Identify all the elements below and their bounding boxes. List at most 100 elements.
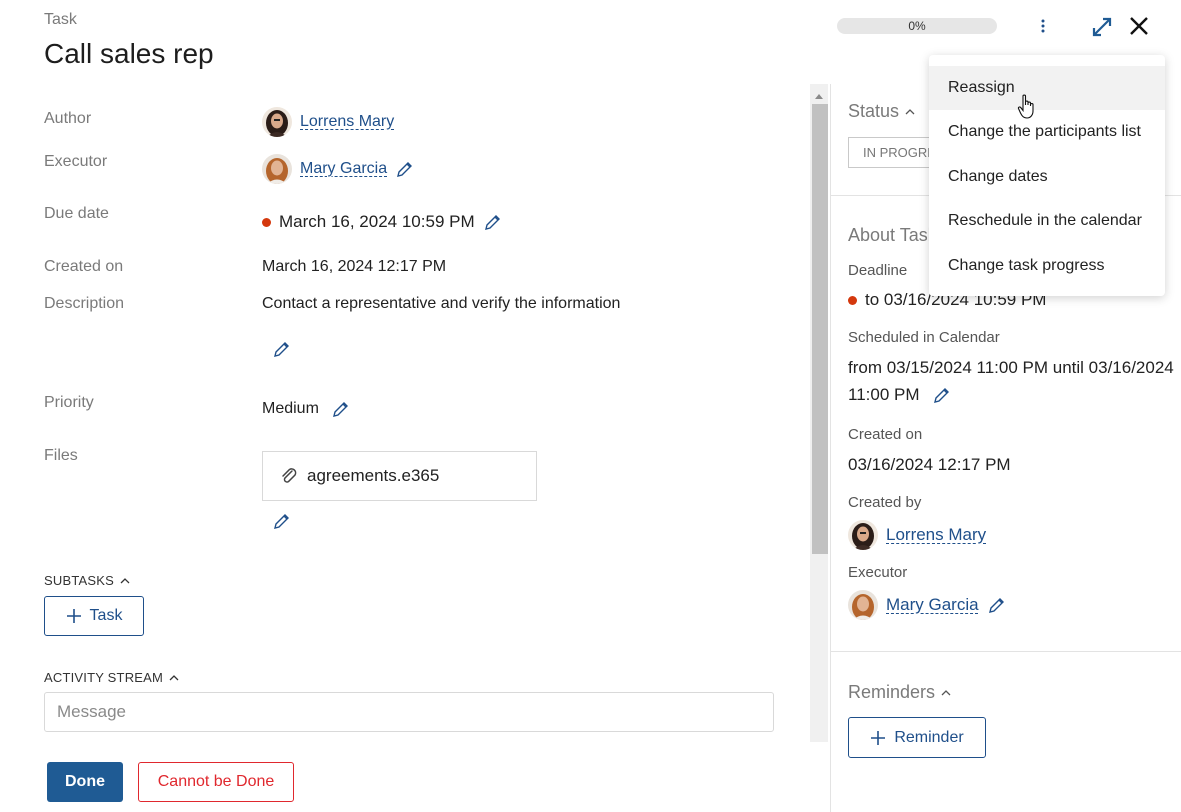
pencil-icon [988,598,1004,613]
paperclip-icon [282,468,297,483]
priority-label: Priority [44,394,94,411]
add-reminder-button[interactable]: Reminder [848,717,986,758]
section-divider [831,651,1181,652]
edit-priority-button[interactable] [331,399,351,419]
rp-executor-link[interactable]: Mary Garcia [886,595,979,615]
kebab-menu-icon [1041,19,1045,33]
edit-schedule-button[interactable] [932,385,952,405]
scroll-up-arrow-icon[interactable] [813,88,825,99]
due-date-value: March 16, 2024 10:59 PM [262,212,503,232]
priority-text: Medium [262,400,319,417]
author-label: Author [44,110,92,127]
expand-icon [1092,17,1112,37]
status-heading: Status [848,101,900,121]
subtasks-heading: SUBTASKS [44,573,114,588]
executor-avatar[interactable] [262,154,292,184]
menu-item-reassign[interactable]: Reassign [929,66,1165,110]
created-on-label: Created on [44,258,124,275]
rp-executor-label: Executor [848,564,908,581]
chevron-up-icon [169,674,179,680]
rp-created-on-value: 03/16/2024 12:17 PM [848,455,1011,474]
files-label: Files [44,447,78,464]
activity-stream-header[interactable]: ACTIVITY STREAM [44,670,179,685]
add-subtask-label: Task [89,607,123,624]
created-on-value: March 16, 2024 12:17 PM [262,258,447,275]
rp-executor-value: Mary Garcia [848,590,1007,620]
reminders-heading: Reminders [848,682,936,702]
status-header[interactable]: Status [848,101,915,122]
expand-button[interactable] [1090,15,1114,39]
avatar-icon [848,590,878,620]
more-options-button[interactable] [1032,14,1054,38]
menu-item-change-dates[interactable]: Change dates [929,155,1165,199]
add-reminder-label: Reminder [894,728,964,746]
file-name: agreements.e365 [307,466,440,485]
close-button[interactable] [1127,14,1151,38]
progress-text: 0% [908,19,926,33]
chevron-up-icon [941,689,951,695]
edit-due-date-button[interactable] [483,212,503,232]
deadline-label: Deadline [848,262,908,279]
description-value: Contact a representative and verify the … [262,295,621,312]
menu-item-change-progress[interactable]: Change task progress [929,244,1165,288]
plus-icon [871,730,886,745]
progress-bar[interactable]: 0% [837,18,997,34]
avatar-icon [262,107,292,137]
page-title: Call sales rep [44,38,214,69]
reminders-header[interactable]: Reminders [848,682,951,703]
subtasks-header[interactable]: SUBTASKS [44,573,130,588]
pencil-icon [484,215,500,230]
pencil-icon [274,342,289,357]
pencil-icon [397,162,413,177]
author-link[interactable]: Lorrens Mary [300,113,394,131]
cannot-be-done-button[interactable]: Cannot be Done [138,762,294,802]
menu-item-reschedule-calendar[interactable]: Reschedule in the calendar [929,199,1165,243]
edit-files-button[interactable] [272,511,292,531]
plus-icon [66,609,81,623]
scheduled-line-2-text: 11:00 PM [848,385,920,404]
scheduled-line-1: from 03/15/2024 11:00 PM until 03/16/202… [848,358,1174,377]
pencil-icon [274,514,289,529]
created-by-label: Created by [848,494,922,511]
chevron-up-icon [905,108,915,114]
activity-stream-heading: ACTIVITY STREAM [44,670,164,685]
scheduled-line-2: 11:00 PM [848,385,952,405]
scrollbar-thumb[interactable] [812,104,828,554]
edit-description-button[interactable] [272,339,292,359]
due-date-text: March 16, 2024 10:59 PM [279,212,475,231]
edit-executor-button[interactable] [395,159,415,179]
chevron-up-icon [120,577,130,583]
message-input[interactable] [44,692,774,732]
task-type-label: Task [44,11,77,28]
priority-value: Medium [262,399,351,419]
description-label: Description [44,295,125,312]
avatar-icon [262,154,292,184]
pencil-icon [332,402,348,417]
rp-executor-avatar[interactable] [848,590,878,620]
executor-label: Executor [44,153,108,170]
pencil-icon [933,388,949,403]
due-date-label: Due date [44,205,109,222]
avatar-icon [848,520,878,550]
file-attachment[interactable]: agreements.e365 [262,451,537,501]
author-avatar[interactable] [262,107,292,137]
close-icon [1130,17,1148,35]
overdue-dot-icon [262,217,271,227]
edit-rp-executor-button[interactable] [987,595,1007,615]
executor-link[interactable]: Mary Garcia [300,160,387,178]
overdue-dot-icon [848,295,857,305]
author-value: Lorrens Mary [262,107,394,137]
add-subtask-button[interactable]: Task [44,596,144,636]
hand-cursor-icon [1017,94,1037,120]
about-task-header[interactable]: About Task [848,225,937,246]
created-by-link[interactable]: Lorrens Mary [886,525,986,545]
rp-created-on-label: Created on [848,426,923,443]
done-button[interactable]: Done [47,762,123,802]
scheduled-label: Scheduled in Calendar [848,329,1000,346]
panel-divider [830,84,831,812]
more-options-menu: Reassign Change the participants list Ch… [929,55,1165,296]
menu-item-change-participants[interactable]: Change the participants list [929,110,1165,154]
created-by-avatar[interactable] [848,520,878,550]
created-by-value: Lorrens Mary [848,520,986,550]
executor-value: Mary Garcia [262,154,415,184]
